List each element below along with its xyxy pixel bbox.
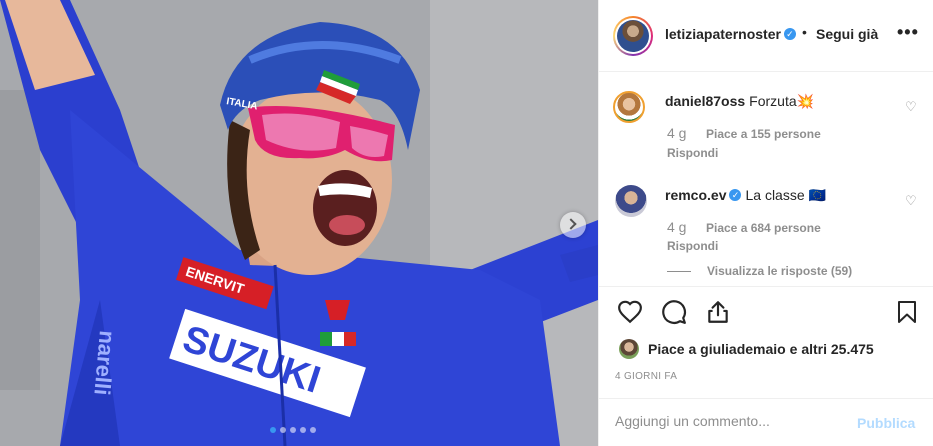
publish-button[interactable]: Pubblica <box>857 415 915 431</box>
other-likes-button[interactable]: altri 25.475 <box>801 341 873 357</box>
verified-badge-icon: ✓ <box>783 28 796 41</box>
liker-avatar[interactable] <box>619 339 639 359</box>
comment-avatar[interactable] <box>613 91 645 123</box>
comment-text: La classe 🇪🇺 <box>745 187 826 203</box>
add-comment-bar: Pubblica <box>599 398 933 446</box>
comment-like-heart-icon[interactable]: ♡ <box>905 99 917 115</box>
bookmark-icon[interactable] <box>895 299 919 325</box>
comment-likes[interactable]: Piace a 684 persone <box>706 221 821 235</box>
carousel-indicator <box>270 427 316 433</box>
reply-button[interactable]: Rispondi <box>667 146 718 160</box>
cyclist-photo: ITALIA ENERVIT SUZUKI narelli <box>0 0 598 446</box>
comment-time: 4 g <box>667 219 687 235</box>
carousel-dot <box>270 427 276 433</box>
view-replies-button[interactable]: Visualizza le risposte (59) <box>707 264 852 278</box>
author-username[interactable]: letiziapaternoster ✓ <box>665 26 796 42</box>
carousel-dot <box>290 427 296 433</box>
add-comment-input[interactable] <box>615 413 845 429</box>
post-header: letiziapaternoster ✓ • Segui già ••• <box>599 0 933 72</box>
liker-username[interactable]: giuliademaio <box>700 341 786 357</box>
post-timestamp[interactable]: 4 GIORNI FA <box>615 371 677 382</box>
post-actions <box>599 286 933 338</box>
carousel-dot <box>310 427 316 433</box>
reply-button[interactable]: Rispondi <box>667 239 718 253</box>
carousel-dot <box>280 427 286 433</box>
view-replies-divider <box>667 271 691 272</box>
carousel-dot <box>300 427 306 433</box>
next-photo-button[interactable] <box>560 212 586 238</box>
heart-icon[interactable] <box>617 299 643 325</box>
post-sidebar: letiziapaternoster ✓ • Segui già ••• dani… <box>598 0 933 446</box>
chevron-right-icon <box>565 218 577 230</box>
likes-text: Piace a giuliademaio e altri 25.475 <box>648 341 874 357</box>
author-avatar[interactable] <box>613 16 653 56</box>
comment-text: Forzuta💥 <box>749 93 815 109</box>
header-separator: • <box>802 24 807 40</box>
comment-author: remco.ev ✓ La classe 🇪🇺 <box>665 187 826 203</box>
comment-like-heart-icon[interactable]: ♡ <box>905 193 917 209</box>
comment-author: daniel87oss Forzuta💥 <box>665 93 815 109</box>
comment-likes[interactable]: Piace a 155 persone <box>706 127 821 141</box>
comment-avatar[interactable] <box>615 185 647 217</box>
comment-time: 4 g <box>667 125 687 141</box>
following-button[interactable]: Segui già <box>816 26 878 42</box>
post-photo[interactable]: ITALIA ENERVIT SUZUKI narelli <box>0 0 598 446</box>
more-options-icon[interactable]: ••• <box>897 22 919 43</box>
comment-icon[interactable] <box>661 299 687 325</box>
share-icon[interactable] <box>705 299 731 325</box>
verified-badge-icon: ✓ <box>729 189 742 202</box>
comments-list: daniel87oss Forzuta💥 ♡ 4 g Piace a 155 pe… <box>599 73 933 285</box>
